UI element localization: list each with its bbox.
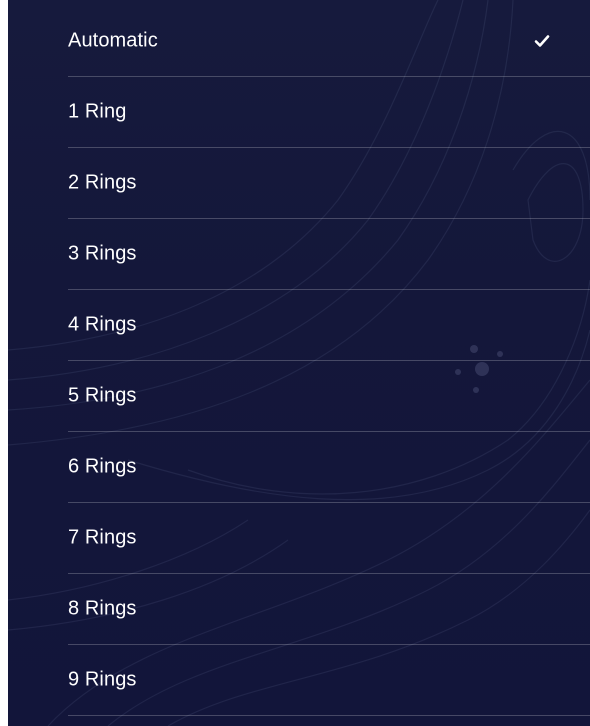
menu-item-automatic[interactable]: Automatic [68, 6, 590, 77]
menu-item-label: 4 Rings [68, 313, 137, 336]
menu-item-label: 6 Rings [68, 455, 137, 478]
menu-item-label: 7 Rings [68, 526, 137, 549]
checkmark-icon [534, 35, 550, 47]
menu-item-label: 2 Rings [68, 171, 137, 194]
menu-item-3-rings[interactable]: 3 Rings [68, 219, 590, 290]
menu-item-4-rings[interactable]: 4 Rings [68, 290, 590, 361]
menu-item-9-rings[interactable]: 9 Rings [68, 645, 590, 716]
menu-item-7-rings[interactable]: 7 Rings [68, 503, 590, 574]
ring-options-list: Automatic 1 Ring 2 Rings 3 Rings 4 Rings… [8, 6, 590, 716]
menu-item-label: Automatic [68, 29, 158, 52]
menu-item-8-rings[interactable]: 8 Rings [68, 574, 590, 645]
menu-item-5-rings[interactable]: 5 Rings [68, 361, 590, 432]
menu-item-label: 3 Rings [68, 242, 137, 265]
menu-item-1-ring[interactable]: 1 Ring [68, 77, 590, 148]
menu-item-label: 8 Rings [68, 597, 137, 620]
menu-item-2-rings[interactable]: 2 Rings [68, 148, 590, 219]
menu-item-6-rings[interactable]: 6 Rings [68, 432, 590, 503]
menu-item-label: 1 Ring [68, 100, 127, 123]
ring-count-menu: Automatic 1 Ring 2 Rings 3 Rings 4 Rings… [8, 0, 590, 726]
menu-item-label: 9 Rings [68, 668, 137, 691]
menu-item-label: 5 Rings [68, 384, 137, 407]
